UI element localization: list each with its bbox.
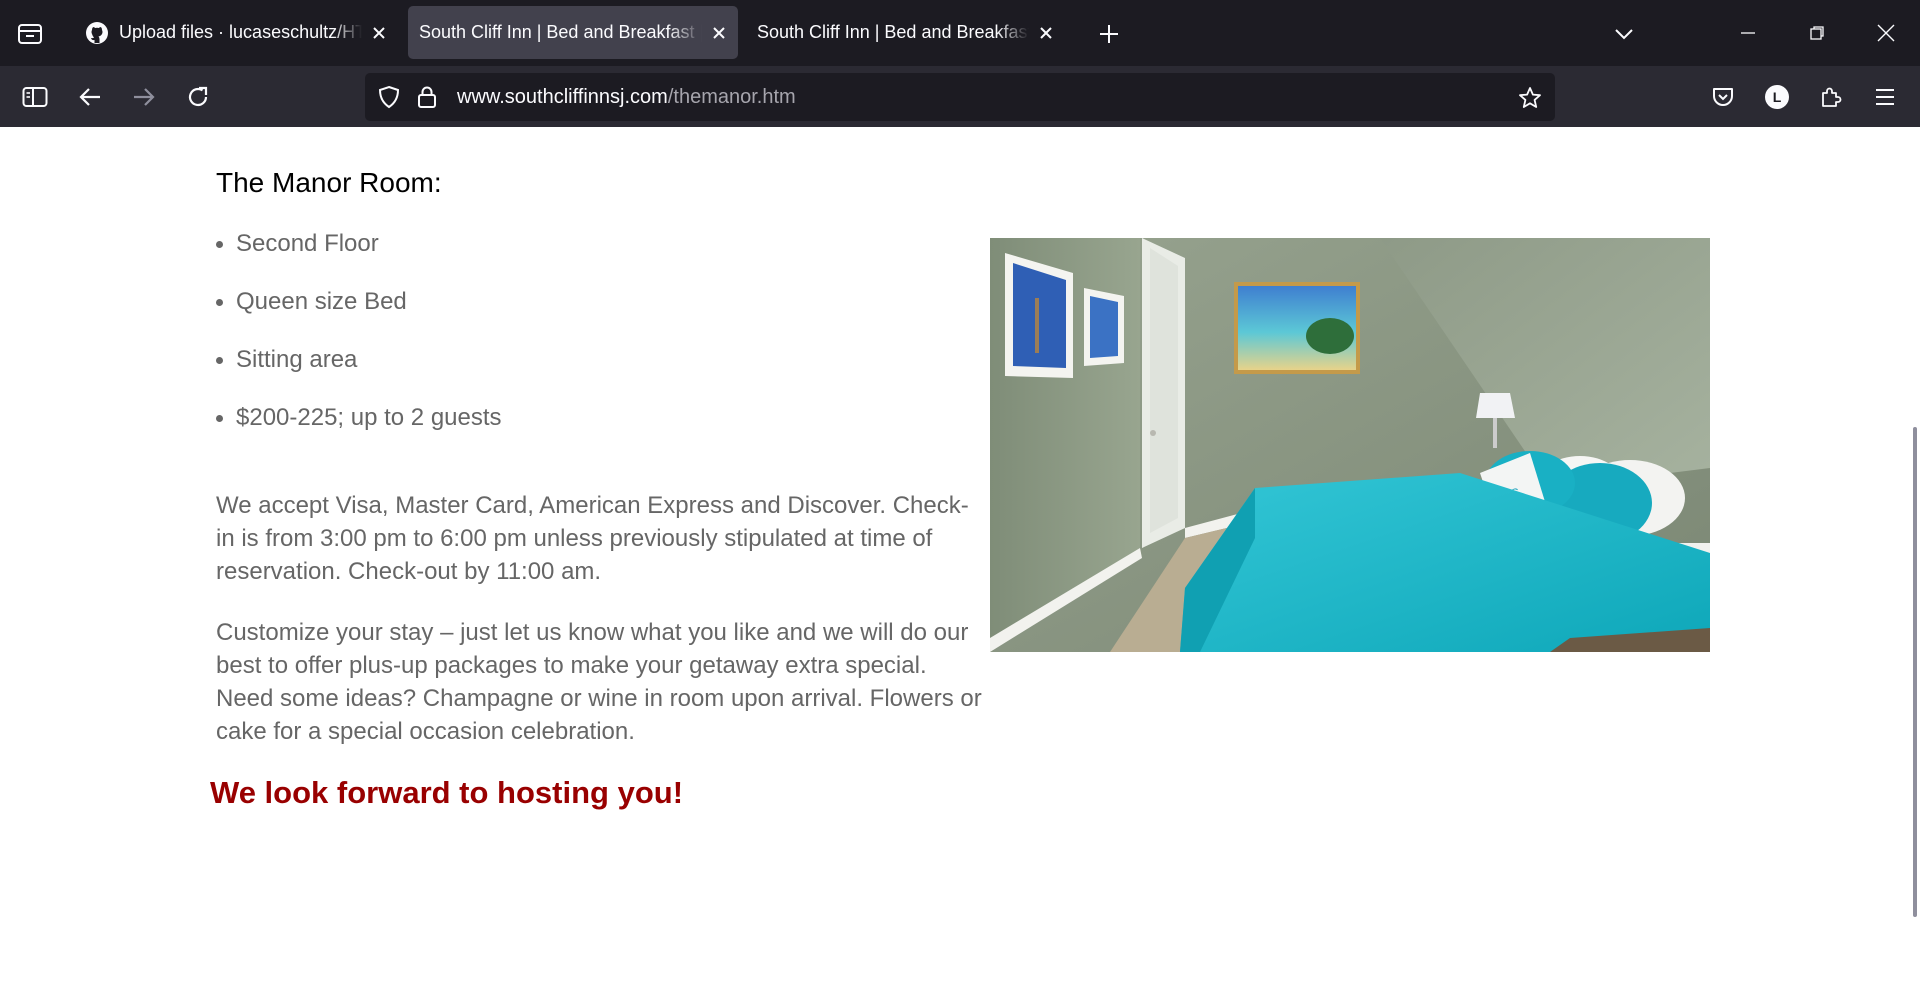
room-title: The Manor Room:: [216, 167, 442, 198]
tab-upload-files[interactable]: Upload files · lucaseschultz/HTML: [70, 6, 398, 59]
minimize-icon: [1741, 32, 1755, 34]
feature-item: Second Floor: [216, 230, 502, 288]
app-menu-button[interactable]: [1868, 80, 1902, 114]
tab-title: South Cliff Inn | Bed and Breakfast |: [419, 22, 702, 42]
close-icon: [713, 26, 725, 39]
customize-stay-paragraph: Customize your stay – just let us know w…: [216, 619, 982, 745]
lock-icon: [418, 86, 436, 108]
extensions-button[interactable]: [1814, 80, 1848, 114]
close-icon: [1877, 24, 1895, 42]
list-all-tabs-button[interactable]: [1608, 18, 1640, 50]
tab-south-cliff-active[interactable]: South Cliff Inn | Bed and Breakfast |: [408, 6, 738, 59]
star-icon: [1519, 87, 1541, 108]
close-window-button[interactable]: [1866, 16, 1906, 50]
payment-checkin-paragraph: We accept Visa, Master Card, American Ex…: [216, 492, 969, 585]
forward-button[interactable]: [127, 80, 161, 114]
page-scrollbar[interactable]: [1913, 427, 1917, 917]
url-path: /themanor.htm: [667, 86, 796, 108]
new-tab-button[interactable]: [1093, 18, 1125, 50]
hamburger-menu-icon: [1876, 89, 1894, 105]
pocket-button[interactable]: [1706, 80, 1740, 114]
navigation-toolbar: www.southcliffinnsj.com/themanor.htm L: [0, 66, 1920, 127]
restore-button[interactable]: [1797, 16, 1837, 50]
url-text[interactable]: www.southcliffinnsj.com/themanor.htm: [457, 86, 796, 109]
plus-icon: [1100, 25, 1118, 43]
reload-icon: [188, 86, 208, 107]
sidebar-icon: [22, 87, 48, 107]
pocket-icon: [1713, 88, 1733, 106]
arrow-right-icon: [134, 88, 155, 106]
bedroom-image: SC: [990, 238, 1710, 652]
arrow-left-icon: [79, 88, 100, 106]
puzzle-icon: [1822, 87, 1842, 107]
minimize-button[interactable]: [1728, 16, 1768, 50]
room-features-list: Second Floor Queen size Bed Sitting area…: [216, 230, 502, 462]
page-content: The Manor Room: Second Floor Queen size …: [0, 127, 1920, 1008]
back-button[interactable]: [73, 80, 107, 114]
tab-title: Upload files · lucaseschultz/HTML: [119, 22, 362, 42]
feature-item: $200-225; up to 2 guests: [216, 404, 502, 462]
shield-icon: [378, 85, 400, 109]
tab-close-button[interactable]: [1035, 22, 1057, 44]
tab-title: South Cliff Inn | Bed and Breakfast |: [757, 22, 1029, 42]
address-bar[interactable]: www.southcliffinnsj.com/themanor.htm: [365, 73, 1555, 121]
avatar: L: [1765, 85, 1789, 109]
sidebar-button[interactable]: [18, 80, 52, 114]
avatar-initial: L: [1772, 89, 1782, 105]
tab-close-button[interactable]: [708, 22, 730, 44]
firefox-view-button[interactable]: [14, 18, 46, 50]
site-security-button[interactable]: [413, 83, 441, 111]
tracking-protection-button[interactable]: [375, 83, 403, 111]
close-icon: [373, 26, 385, 39]
tab-south-cliff[interactable]: South Cliff Inn | Bed and Breakfast |: [745, 6, 1065, 59]
firefox-view-icon: [18, 24, 42, 44]
room-photo: SC: [990, 238, 1710, 652]
chevron-down-icon: [1615, 29, 1633, 40]
tab-strip: Upload files · lucaseschultz/HTML South …: [0, 0, 1920, 66]
restore-icon: [1810, 26, 1824, 40]
closing-message: We look forward to hosting you!: [210, 775, 684, 810]
reload-button[interactable]: [181, 80, 215, 114]
feature-item: Queen size Bed: [216, 288, 502, 346]
tab-close-button[interactable]: [368, 22, 390, 44]
github-icon: [86, 21, 108, 44]
close-icon: [1040, 26, 1052, 39]
url-domain: www.southcliffinnsj.com: [457, 86, 668, 108]
bookmark-button[interactable]: [1515, 83, 1545, 113]
account-button[interactable]: L: [1760, 80, 1794, 114]
feature-item: Sitting area: [216, 346, 502, 404]
